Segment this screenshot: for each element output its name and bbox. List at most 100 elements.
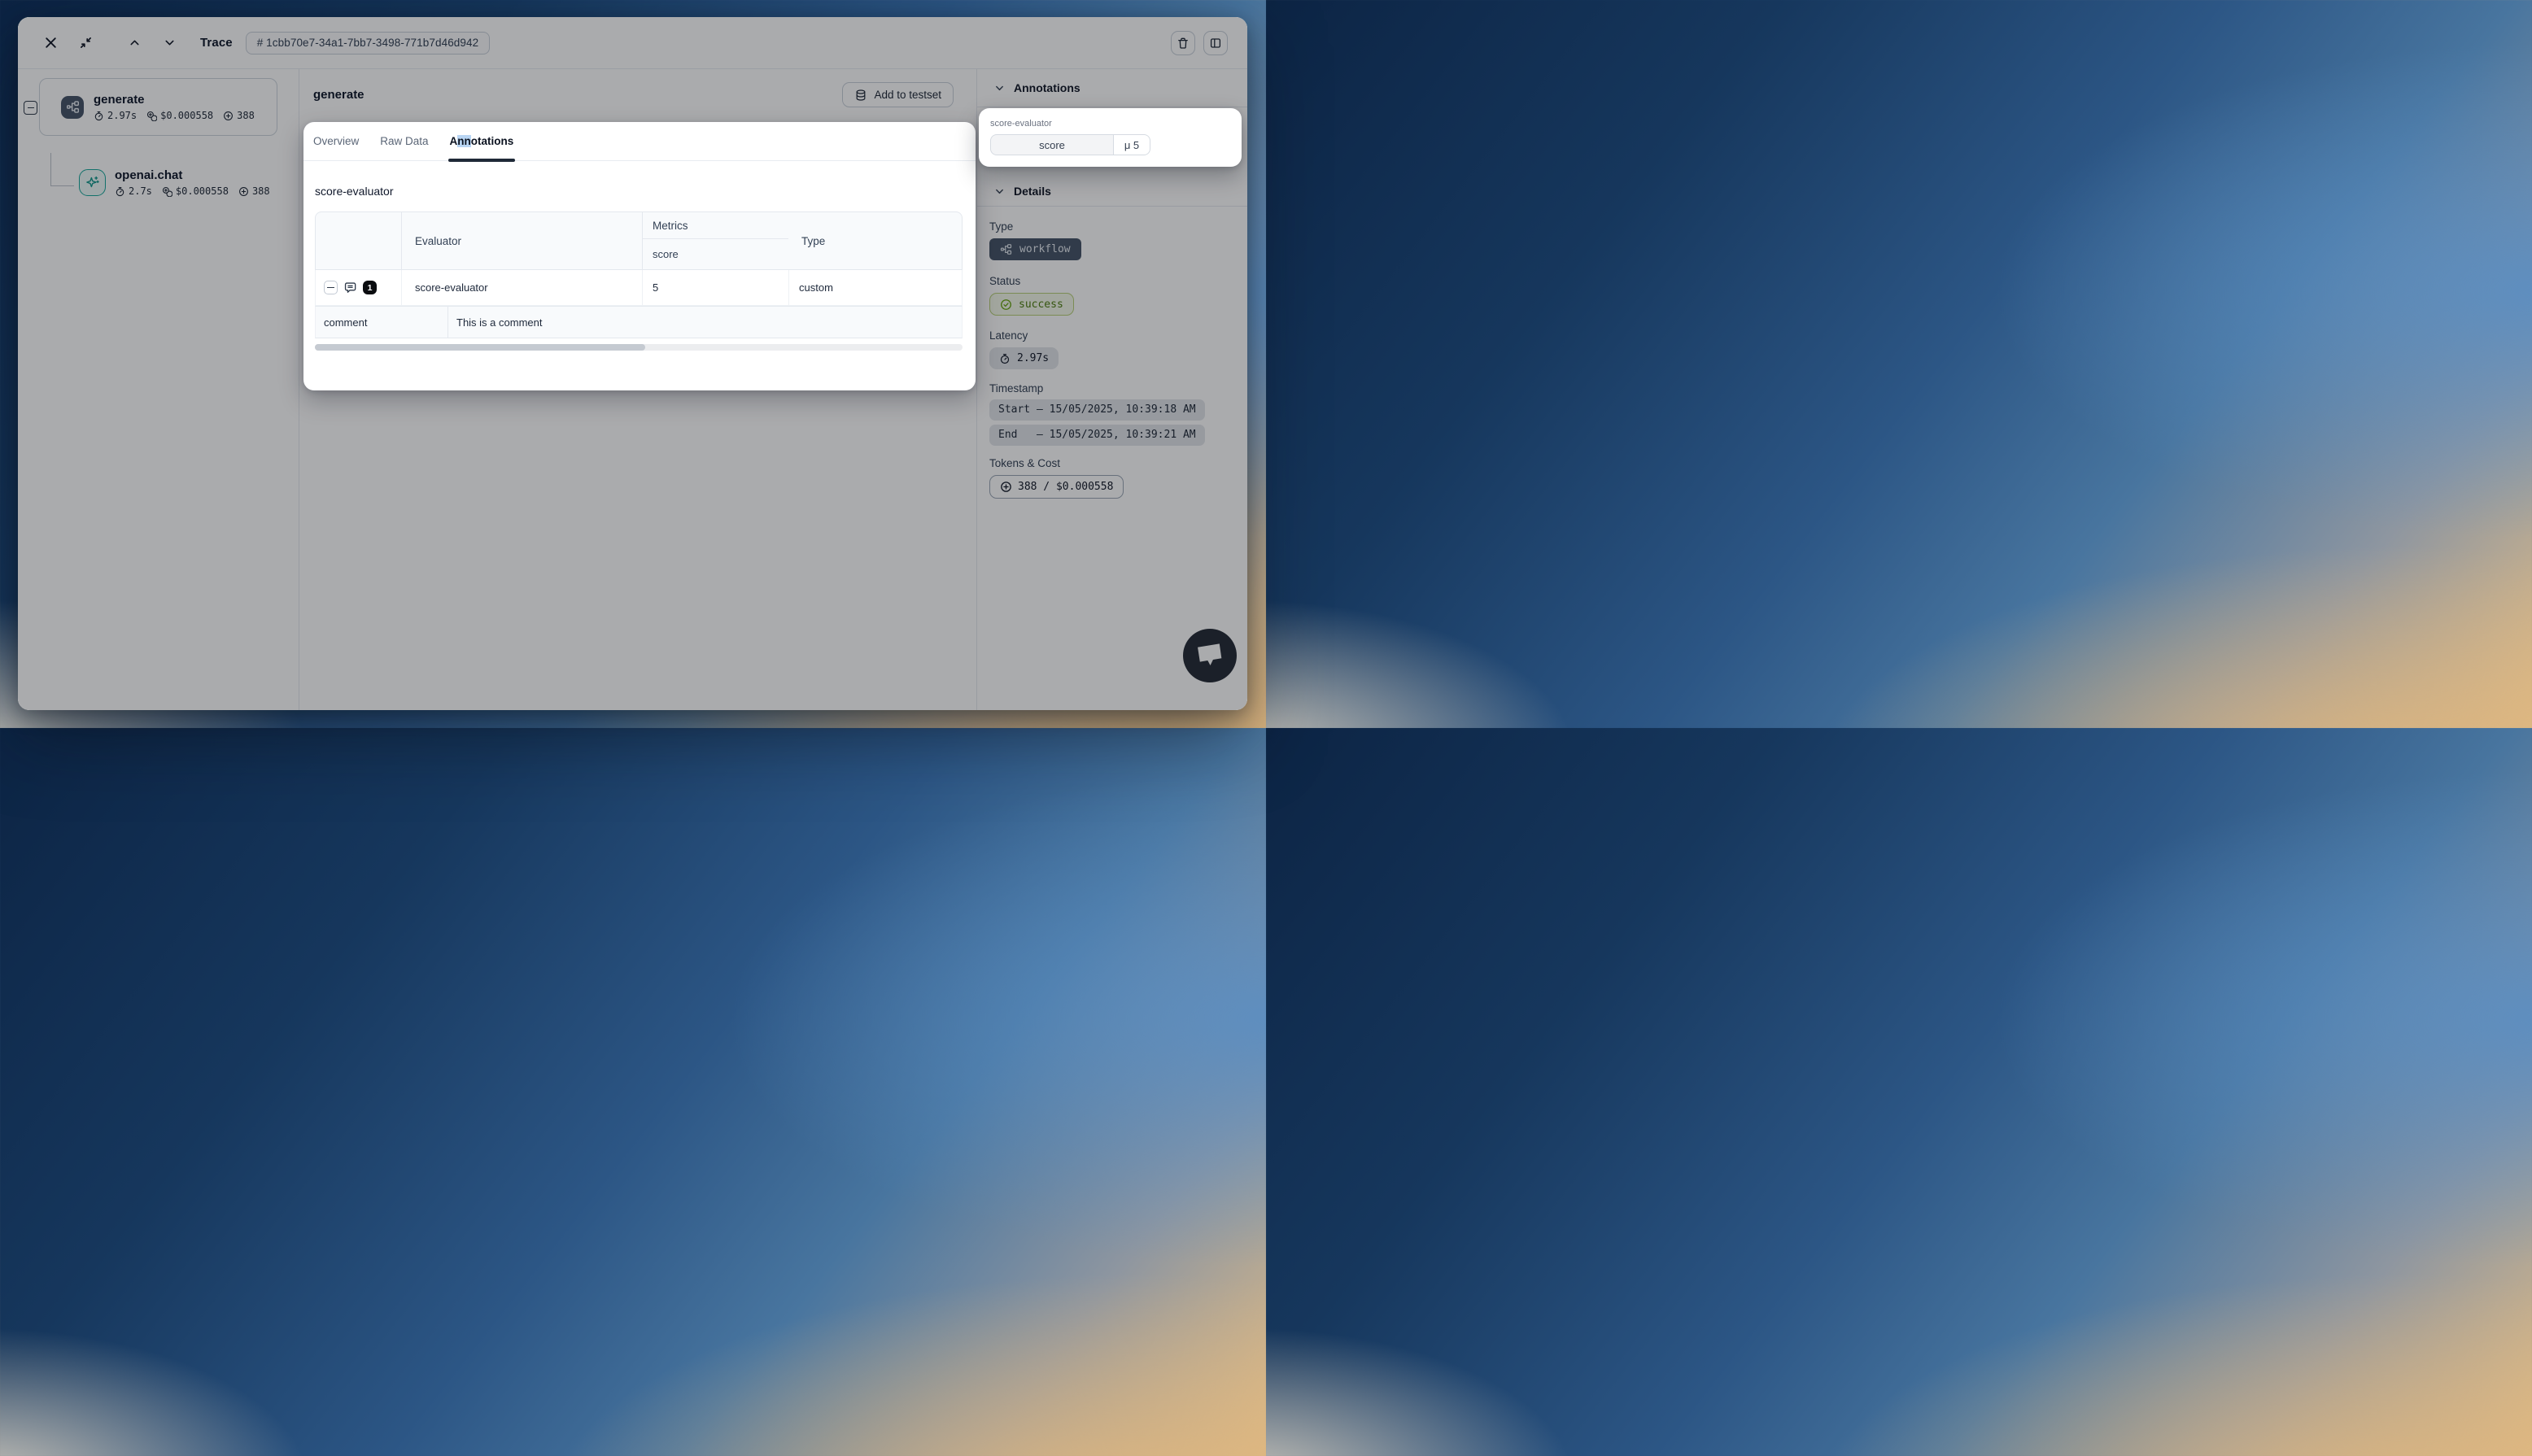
minus-icon xyxy=(327,287,334,289)
node-meta: 2.97s $0.000558 388 xyxy=(94,110,255,121)
trash-icon xyxy=(1177,37,1190,50)
span-tree-panel: generate 2.97s $0.000558 388 xyxy=(18,69,299,710)
tree-collapse-toggle[interactable] xyxy=(24,101,37,115)
details-section-header[interactable]: Details xyxy=(994,185,1051,198)
score-input-group: score μ 5 xyxy=(990,134,1150,155)
table-row: 1 score-evaluator 5 custom xyxy=(315,270,963,306)
minus-icon xyxy=(28,107,34,109)
collapse-all-button[interactable] xyxy=(72,30,98,56)
annotation-evaluator-label: score-evaluator xyxy=(990,119,1230,129)
score-mean-value: μ 5 xyxy=(1114,134,1150,155)
latency-badge: 2.97s xyxy=(989,347,1059,369)
header-metric-score: score xyxy=(643,239,788,269)
tokens-cost-badge: 388 / $0.000558 xyxy=(989,475,1124,499)
panel-layout-icon xyxy=(1209,37,1222,50)
circle-check-icon xyxy=(1000,299,1012,311)
comment-value: This is a comment xyxy=(447,307,962,338)
timestamp-label: Timestamp xyxy=(989,382,1239,395)
details-body: Type workflow Status success Latency 2.9… xyxy=(989,220,1239,499)
latency-meta: 2.7s xyxy=(115,185,152,197)
chevron-up-icon xyxy=(129,37,141,49)
header-metrics: Metrics score xyxy=(642,212,788,269)
database-icon xyxy=(854,89,867,102)
annotations-tab-body: score-evaluator Evaluator Metrics score … xyxy=(303,185,976,351)
chevron-down-icon xyxy=(164,37,176,49)
cost-meta: $0.000558 xyxy=(146,110,213,121)
next-span-button[interactable] xyxy=(156,30,182,56)
tree-node-generate[interactable]: generate 2.97s $0.000558 388 xyxy=(39,78,277,136)
row-collapse-checkbox[interactable] xyxy=(324,281,338,294)
trace-topbar: Trace # 1cbb70e7-34a1-7bb7-3498-771b7d46… xyxy=(18,17,1247,69)
chat-bubble-icon xyxy=(1195,642,1225,670)
node-text: generate 2.97s $0.000558 388 xyxy=(94,93,255,121)
latency-label: Latency xyxy=(989,329,1239,342)
comment-icon[interactable] xyxy=(343,281,357,294)
tree-node-openai-chat[interactable]: openai.chat 2.7s $0.000558 388 xyxy=(79,168,270,197)
page-title: Trace xyxy=(200,36,233,50)
type-label: Type xyxy=(989,220,1239,233)
prev-span-button[interactable] xyxy=(121,30,147,56)
tab-raw-data[interactable]: Raw Data xyxy=(380,122,428,161)
row-controls: 1 xyxy=(316,270,401,305)
scrollbar-thumb[interactable] xyxy=(315,344,645,351)
plus-circle-icon xyxy=(238,186,249,197)
timestamp-end: End – 15/05/2025, 10:39:21 AM xyxy=(989,425,1205,446)
annotations-section-header[interactable]: Annotations xyxy=(994,81,1080,94)
sparkles-icon xyxy=(79,169,106,196)
plus-circle-icon xyxy=(223,111,234,121)
close-icon xyxy=(44,36,58,50)
delete-trace-button[interactable] xyxy=(1171,31,1195,55)
span-title: generate xyxy=(313,88,365,102)
status-label: Status xyxy=(989,275,1239,287)
close-button[interactable] xyxy=(37,30,63,56)
trace-id-chip[interactable]: # 1cbb70e7-34a1-7bb7-3498-771b7d46d942 xyxy=(246,32,491,54)
status-badge: success xyxy=(989,293,1074,316)
stopwatch-icon xyxy=(999,353,1011,364)
toggle-sidebar-button[interactable] xyxy=(1203,31,1228,55)
trace-content: generate 2.97s $0.000558 388 xyxy=(18,69,1247,710)
span-tabs: Overview Raw Data Annotations xyxy=(303,122,976,161)
header-controls-cell xyxy=(316,212,401,269)
tab-annotations[interactable]: Annotations xyxy=(450,122,514,161)
coins-icon xyxy=(162,186,172,197)
annotations-tab-card: Overview Raw Data Annotations score-eval… xyxy=(303,122,976,390)
comment-label: comment xyxy=(316,307,447,338)
node-meta: 2.7s $0.000558 388 xyxy=(115,185,270,197)
horizontal-scrollbar[interactable] xyxy=(315,344,963,351)
coins-icon xyxy=(146,111,157,121)
node-text: openai.chat 2.7s $0.000558 388 xyxy=(115,168,270,197)
add-to-testset-button[interactable]: Add to testset xyxy=(842,82,954,107)
table-header: Evaluator Metrics score Type xyxy=(315,211,963,270)
header-type: Type xyxy=(788,212,963,269)
tab-overview[interactable]: Overview xyxy=(313,122,359,161)
annotations-table: Evaluator Metrics score Type 1 xyxy=(315,211,963,351)
details-sidebar: Annotations score-evaluator score μ 5 De… xyxy=(976,69,1247,710)
timestamp-start: Start – 15/05/2025, 10:39:18 AM xyxy=(989,399,1205,421)
cell-score: 5 xyxy=(642,270,788,305)
topbar-actions xyxy=(1171,31,1228,55)
type-badge: workflow xyxy=(989,238,1081,260)
chat-launcher-button[interactable] xyxy=(1183,629,1237,682)
score-metric-button[interactable]: score xyxy=(990,134,1114,155)
comment-row: comment This is a comment xyxy=(315,306,963,338)
chevron-down-icon xyxy=(994,83,1005,94)
cell-evaluator: score-evaluator xyxy=(401,270,642,305)
stopwatch-icon xyxy=(115,186,125,197)
chevron-down-icon xyxy=(994,186,1005,197)
collapse-inward-icon xyxy=(79,36,93,50)
evaluator-section-title: score-evaluator xyxy=(315,185,964,198)
header-metrics-label: Metrics xyxy=(643,212,788,239)
annotation-score-card: score-evaluator score μ 5 xyxy=(979,108,1242,167)
tokens-cost-label: Tokens & Cost xyxy=(989,457,1239,469)
active-tab-underline xyxy=(448,159,516,162)
cell-type: custom xyxy=(788,270,963,305)
annotation-count-badge: 1 xyxy=(363,281,377,294)
node-title: openai.chat xyxy=(115,168,270,182)
stopwatch-icon xyxy=(94,111,104,121)
cost-meta: $0.000558 xyxy=(162,185,229,197)
latency-meta: 2.97s xyxy=(94,110,137,121)
plus-circle-icon xyxy=(1000,481,1012,493)
workflow-icon xyxy=(61,96,84,119)
trace-drawer: Trace # 1cbb70e7-34a1-7bb7-3498-771b7d46… xyxy=(18,17,1247,710)
header-evaluator: Evaluator xyxy=(401,212,642,269)
